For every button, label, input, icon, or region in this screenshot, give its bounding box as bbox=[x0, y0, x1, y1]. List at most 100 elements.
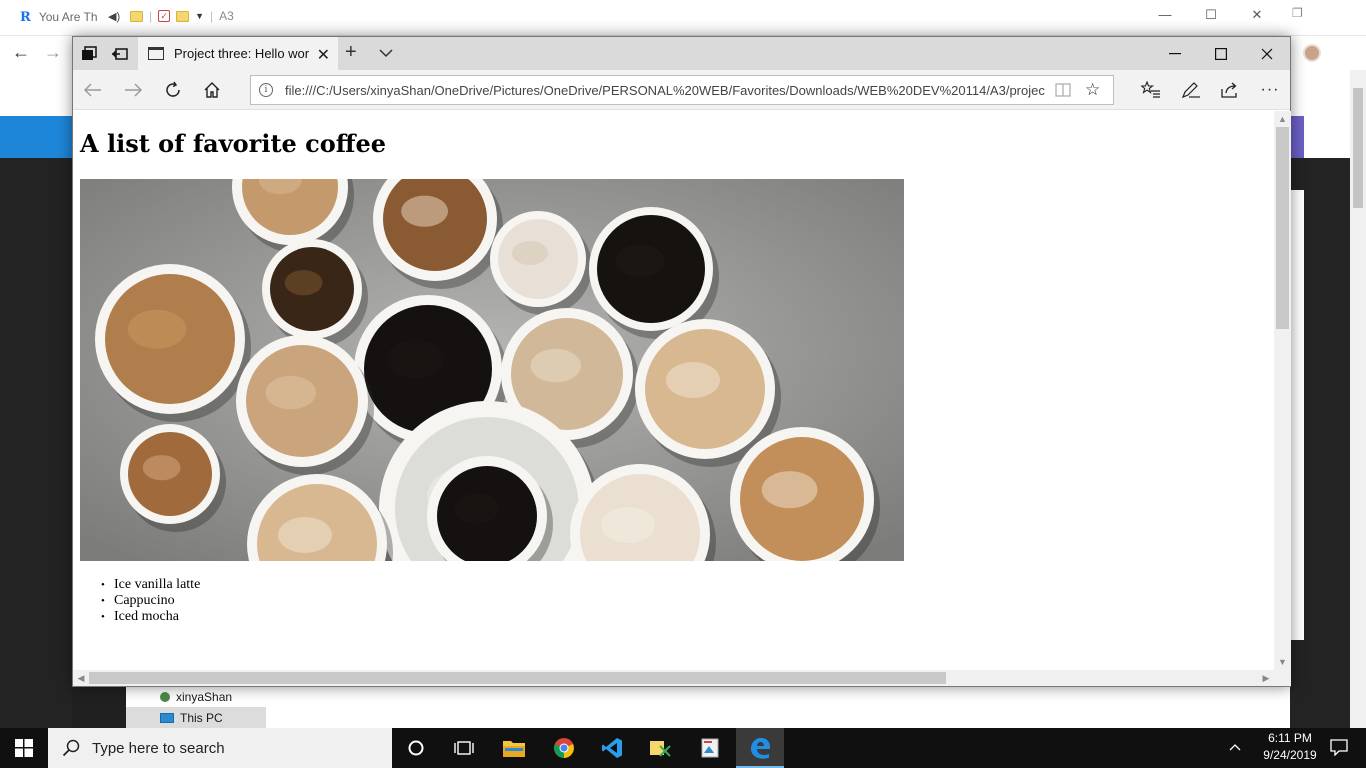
back-arrow-icon[interactable]: ← bbox=[12, 42, 30, 63]
share-icon bbox=[1221, 82, 1237, 98]
chrome-tab-title: You Are Th bbox=[38, 10, 98, 24]
horizontal-scroll-thumb[interactable] bbox=[89, 672, 946, 684]
back-icon bbox=[84, 83, 101, 97]
edge-titlebar: Project three: Hello wor ✕ + bbox=[73, 37, 1290, 70]
vscode-taskbar-button[interactable] bbox=[588, 728, 636, 768]
more-button[interactable]: ··· bbox=[1258, 78, 1282, 102]
info-icon[interactable]: i bbox=[259, 83, 273, 97]
scroll-right-icon[interactable]: ▶ bbox=[1258, 670, 1274, 686]
favorites-hub-button[interactable] bbox=[1139, 78, 1163, 102]
edge-browser-window: Project three: Hello wor ✕ + i file:///C… bbox=[72, 36, 1291, 687]
page-heading: A list of favorite coffee bbox=[80, 129, 387, 158]
explorer-content bbox=[266, 686, 1290, 728]
explorer-title: A3 bbox=[219, 9, 234, 23]
chrome-tab[interactable]: R You Are Th ◀) bbox=[0, 0, 128, 34]
search-placeholder[interactable]: Type here to search bbox=[92, 740, 225, 757]
edge-icon bbox=[751, 738, 770, 759]
image-file-icon bbox=[701, 738, 719, 758]
scroll-down-icon[interactable]: ▼ bbox=[1274, 654, 1291, 670]
new-folder-icon[interactable] bbox=[176, 10, 190, 22]
new-tab-icon[interactable]: + bbox=[345, 41, 357, 64]
address-url[interactable]: file:///C:/Users/xinyaShan/OneDrive/Pict… bbox=[285, 83, 1045, 98]
nav-pane-item-this-pc[interactable]: This PC bbox=[126, 707, 266, 728]
nav-pane-item-user[interactable]: xinyaShan bbox=[126, 686, 266, 707]
scroll-left-icon[interactable]: ◀ bbox=[73, 670, 89, 686]
tab-title: Project three: Hello wor bbox=[174, 46, 310, 61]
set-aside-icon bbox=[111, 47, 128, 60]
back-button[interactable] bbox=[81, 78, 105, 102]
forward-icon bbox=[125, 83, 142, 97]
list-item: Cappucino bbox=[101, 593, 200, 609]
vertical-scrollbar[interactable]: ▲ ▼ bbox=[1274, 111, 1291, 670]
tab-project-three[interactable]: Project three: Hello wor ✕ bbox=[138, 37, 338, 70]
minimize-icon[interactable]: — bbox=[1142, 0, 1188, 32]
search-icon bbox=[62, 739, 80, 757]
refresh-button[interactable] bbox=[161, 78, 185, 102]
vertical-scroll-thumb[interactable] bbox=[1276, 127, 1289, 329]
background-scrollbar[interactable] bbox=[1350, 70, 1366, 728]
vscode-icon bbox=[602, 738, 622, 758]
clock-time: 6:11 PM bbox=[1268, 731, 1312, 745]
start-button[interactable] bbox=[0, 728, 48, 768]
clock-date: 9/24/2019 bbox=[1263, 748, 1317, 762]
chrome-nav: ← → bbox=[0, 36, 72, 70]
explorer-nav-pane: xinyaShan This PC bbox=[126, 686, 266, 728]
quick-access-dropdown-icon[interactable]: ▼ bbox=[195, 11, 204, 21]
coffee-cups-image bbox=[80, 179, 904, 561]
forward-arrow-icon[interactable]: → bbox=[44, 42, 62, 63]
chrome-taskbar-button[interactable] bbox=[540, 728, 588, 768]
home-icon bbox=[204, 82, 220, 98]
file-explorer-taskbar-button[interactable] bbox=[490, 728, 538, 768]
minimize-button[interactable] bbox=[1152, 37, 1198, 70]
edge-toolbar: i file:///C:/Users/xinyaShan/OneDrive/Pi… bbox=[73, 70, 1290, 110]
background-purple-banner bbox=[1290, 116, 1304, 158]
properties-icon[interactable]: ✓ bbox=[158, 10, 171, 22]
address-bar[interactable]: i file:///C:/Users/xinyaShan/OneDrive/Pi… bbox=[250, 75, 1114, 105]
more-dots-icon: ··· bbox=[1260, 81, 1280, 98]
share-button[interactable] bbox=[1218, 78, 1242, 102]
home-button[interactable] bbox=[200, 78, 224, 102]
maximize-button[interactable] bbox=[1198, 37, 1244, 70]
web-note-button[interactable] bbox=[1179, 78, 1203, 102]
windows-logo-icon bbox=[15, 739, 33, 757]
background-side-panel bbox=[1290, 190, 1304, 640]
image-app-taskbar-button[interactable] bbox=[686, 728, 734, 768]
reading-view-icon[interactable] bbox=[1055, 82, 1071, 98]
user-folder-icon bbox=[160, 691, 170, 702]
list-item: Iced mocha bbox=[101, 609, 200, 625]
task-view-button[interactable] bbox=[440, 728, 488, 768]
background-window-titlebar: R You Are Th ◀) | ✓ ▼ | A3 — ☐ ✕ bbox=[0, 0, 1366, 36]
show-hidden-icons-icon[interactable] bbox=[1229, 740, 1241, 754]
restore-icon[interactable]: ❐ bbox=[1292, 6, 1303, 20]
cortana-button[interactable] bbox=[392, 728, 440, 768]
close-icon[interactable]: ✕ bbox=[1234, 0, 1280, 32]
tab-preview-chevron-icon[interactable] bbox=[379, 45, 393, 63]
horizontal-scrollbar[interactable]: ◀ ▶ bbox=[73, 670, 1274, 686]
r-logo-icon: R bbox=[20, 9, 31, 25]
edge-taskbar-button[interactable] bbox=[736, 728, 784, 768]
close-button[interactable] bbox=[1244, 37, 1290, 70]
tabs-aside-button[interactable] bbox=[73, 37, 104, 70]
action-center-icon[interactable] bbox=[1330, 738, 1348, 761]
explorer-window-controls: — ☐ ✕ bbox=[1142, 0, 1280, 32]
background-blue-banner bbox=[0, 116, 72, 158]
tab-close-icon[interactable]: ✕ bbox=[317, 45, 330, 65]
favorite-star-icon[interactable]: ☆ bbox=[1085, 80, 1100, 100]
avatar[interactable] bbox=[1303, 44, 1321, 62]
list-item: Ice vanilla latte bbox=[101, 577, 200, 593]
pen-icon bbox=[1181, 82, 1200, 99]
scroll-up-icon[interactable]: ▲ bbox=[1274, 111, 1291, 127]
set-aside-button[interactable] bbox=[104, 37, 135, 70]
clock[interactable]: 6:11 PM 9/24/2019 bbox=[1254, 730, 1326, 764]
background-page-header bbox=[0, 70, 72, 116]
background-dark-area bbox=[0, 158, 72, 728]
coffee-list: Ice vanilla latte Cappucino Iced mocha bbox=[101, 577, 200, 625]
taskbar-search-box[interactable]: Type here to search bbox=[48, 728, 392, 768]
maximize-icon[interactable]: ☐ bbox=[1188, 0, 1234, 32]
speaker-icon[interactable]: ◀) bbox=[108, 10, 120, 23]
file-explorer-icon bbox=[503, 741, 525, 757]
forward-button[interactable] bbox=[121, 78, 145, 102]
tabs-aside-icon bbox=[81, 45, 97, 60]
folder-tools-icon bbox=[650, 741, 671, 757]
notes-app-taskbar-button[interactable] bbox=[636, 728, 684, 768]
